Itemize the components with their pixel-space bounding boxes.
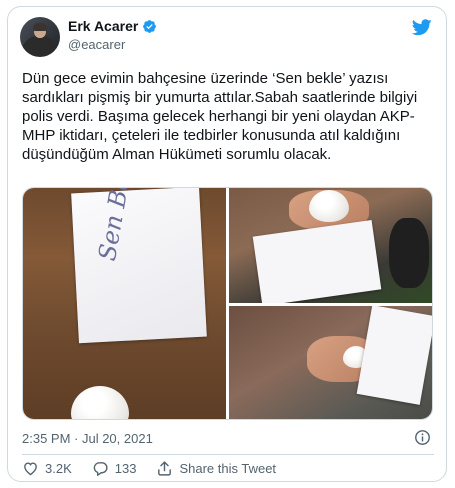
info-icon[interactable] <box>414 429 431 446</box>
author-handle[interactable]: @eacarer <box>68 37 125 52</box>
like-count: 3.2K <box>45 460 72 476</box>
heart-icon <box>24 461 37 475</box>
tweet-text: Dün gece evimin bahçesine üzerinde ‘Sen … <box>22 70 418 163</box>
author-display-name[interactable]: Erk Acarer <box>68 18 138 34</box>
hand-image <box>389 218 429 288</box>
note-paper <box>356 306 432 405</box>
photo-3[interactable] <box>229 306 432 419</box>
photo-1[interactable]: Sen Bekle <box>23 188 226 419</box>
share-button[interactable]: Share this Tweet <box>156 460 276 477</box>
tweet-card[interactable]: Erk Acarer @eacarer Dün gece evimin bahç… <box>7 6 447 482</box>
tweet-media-grid[interactable]: Sen Bekle <box>22 187 433 420</box>
divider <box>22 454 434 455</box>
share-icon <box>158 460 172 476</box>
egg-image <box>71 386 129 419</box>
share-label: Share this Tweet <box>179 460 277 476</box>
photo-2[interactable] <box>229 188 432 303</box>
like-button[interactable]: 3.2K <box>22 460 72 477</box>
note-paper <box>71 188 207 344</box>
note-paper <box>252 219 382 303</box>
tweet-actions: 3.2K 133 Share this Tweet <box>22 459 296 477</box>
egg-image <box>309 190 349 222</box>
verified-badge-icon <box>143 19 157 33</box>
reply-count: 133 <box>114 460 137 476</box>
twitter-bird-icon[interactable] <box>412 19 432 36</box>
reply-icon <box>93 461 108 476</box>
reply-button[interactable]: 133 <box>92 460 137 477</box>
author-name-row: Erk Acarer <box>68 18 157 34</box>
avatar[interactable] <box>20 17 60 57</box>
tweet-timestamp[interactable]: 2:35 PM · Jul 20, 2021 <box>22 431 153 446</box>
